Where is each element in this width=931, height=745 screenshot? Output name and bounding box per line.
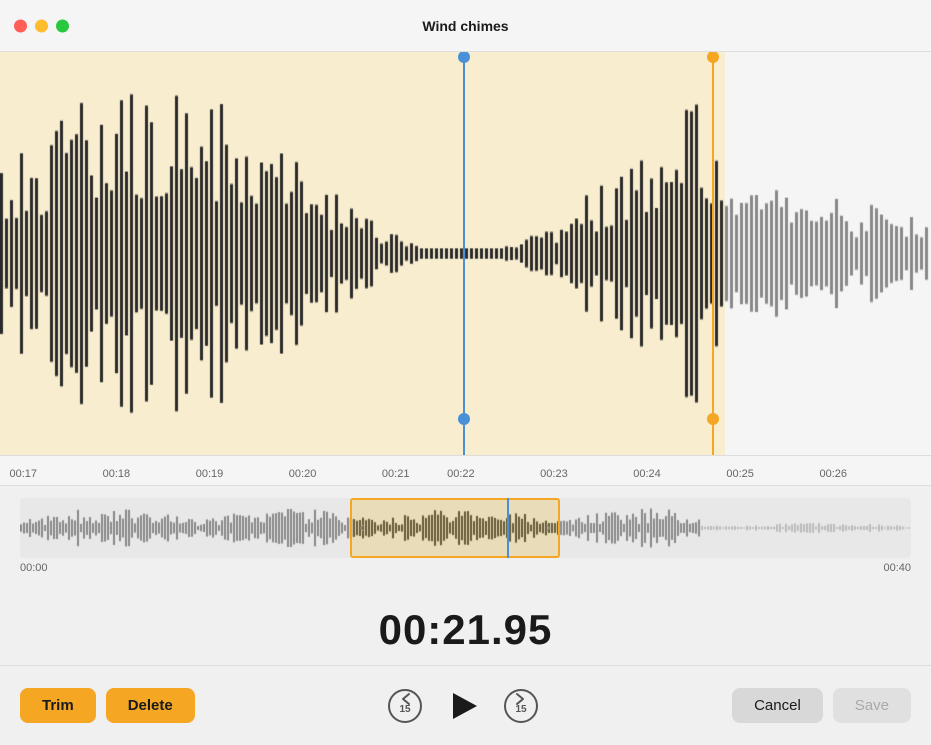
overview-playhead[interactable] xyxy=(507,498,509,558)
overview-right-handle[interactable]: › xyxy=(538,500,558,556)
trim-button[interactable]: Trim xyxy=(20,688,96,723)
window-controls xyxy=(14,19,69,32)
overview-section: ‹ › 00:00 00:40 xyxy=(0,485,931,595)
overview-selection[interactable]: ‹ › xyxy=(350,498,560,558)
ruler-label-18: 00:18 xyxy=(103,468,131,480)
save-button[interactable]: Save xyxy=(833,688,911,723)
skip-back-icon: 15 xyxy=(387,688,423,724)
overview-start-label: 00:00 xyxy=(20,562,48,574)
ruler-label-25: 00:25 xyxy=(726,468,754,480)
controls-left: Trim Delete xyxy=(20,688,195,723)
maximize-button[interactable] xyxy=(56,19,69,32)
cancel-button[interactable]: Cancel xyxy=(732,688,823,723)
timeline-ruler: 00:17 00:18 00:19 00:20 00:21 00:22 00:2… xyxy=(0,455,931,485)
play-icon xyxy=(453,693,477,719)
ruler-label-21: 00:21 xyxy=(382,468,410,480)
current-time: 00:21.95 xyxy=(379,606,553,654)
time-display: 00:21.95 xyxy=(0,595,931,665)
minimize-button[interactable] xyxy=(35,19,48,32)
ruler-label-23: 00:23 xyxy=(540,468,568,480)
window-title: Wind chimes xyxy=(422,18,508,34)
waveform-area[interactable]: 00:17 00:18 00:19 00:20 00:21 00:22 00:2… xyxy=(0,52,931,485)
controls-bar: Trim Delete 15 15 Cancel Save xyxy=(0,665,931,745)
ruler-label-26: 00:26 xyxy=(819,468,847,480)
ruler-label-20: 00:20 xyxy=(289,468,317,480)
ruler-label-19: 00:19 xyxy=(196,468,224,480)
overview-time-labels: 00:00 00:40 xyxy=(20,562,911,574)
overview-left-handle[interactable]: ‹ xyxy=(352,500,372,556)
overview-end-label: 00:40 xyxy=(883,562,911,574)
ruler-label-17: 00:17 xyxy=(10,468,38,480)
titlebar: Wind chimes xyxy=(0,0,931,52)
svg-text:15: 15 xyxy=(516,704,528,715)
skip-forward-icon: 15 xyxy=(503,688,539,724)
skip-forward-button[interactable]: 15 xyxy=(503,688,539,724)
delete-button[interactable]: Delete xyxy=(106,688,195,723)
controls-right: Cancel Save xyxy=(732,688,911,723)
ruler-labels: 00:17 00:18 00:19 00:20 00:21 00:22 00:2… xyxy=(0,456,931,485)
play-button[interactable] xyxy=(441,684,485,728)
controls-center: 15 15 xyxy=(387,684,539,728)
overview-waveform[interactable]: ‹ › xyxy=(20,498,911,558)
skip-back-button[interactable]: 15 xyxy=(387,688,423,724)
ruler-label-24: 00:24 xyxy=(633,468,661,480)
close-button[interactable] xyxy=(14,19,27,32)
ruler-label-22: 00:22 xyxy=(447,468,475,480)
waveform-canvas xyxy=(0,52,931,455)
svg-text:15: 15 xyxy=(400,704,412,715)
